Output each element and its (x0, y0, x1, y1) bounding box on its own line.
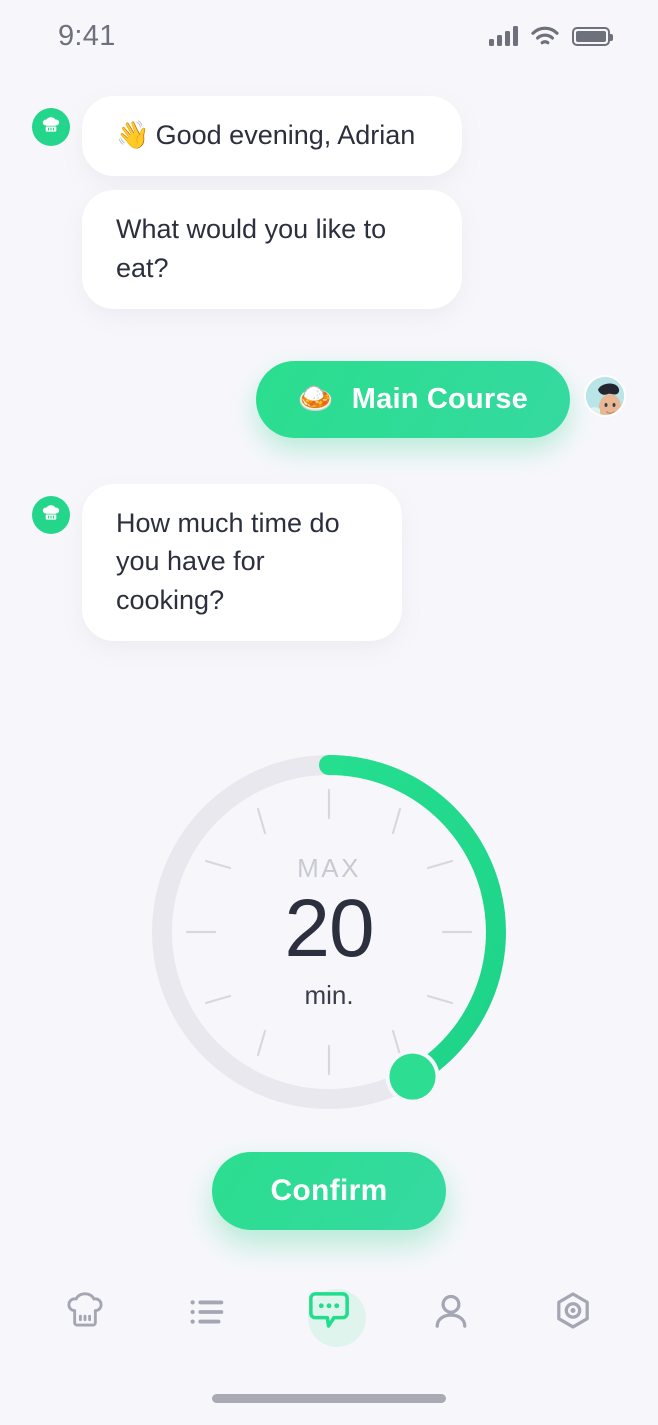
bot-message-cooking-time: How much time do you have for cooking? (82, 483, 402, 641)
battery-icon (572, 26, 613, 46)
dial-ticks (185, 788, 473, 1076)
confirm-section: Confirm (0, 1152, 658, 1230)
bot-message-greeting: 👋 Good evening, Adrian (82, 96, 462, 177)
chef-hat-icon (67, 1292, 103, 1327)
list-icon (190, 1300, 224, 1324)
bot-message-group-time: How much time do you have for cooking? (32, 483, 626, 641)
chef-hat-avatar-icon (32, 495, 70, 534)
bot-bubbles: 👋 Good evening, Adrian What would you lik… (82, 96, 462, 309)
user-avatar-photo (584, 374, 626, 417)
status-time: 9:41 (58, 19, 116, 52)
signal-bars-icon (489, 26, 518, 46)
chat-bubble-icon (309, 1292, 349, 1328)
bot-message-greeting-text: Good evening, Adrian (155, 120, 416, 150)
nav-recipes[interactable] (46, 1273, 124, 1351)
dial-progress-arc (319, 755, 506, 1087)
nav-list[interactable] (168, 1273, 246, 1351)
time-dial[interactable]: MAX 20 min. (139, 742, 519, 1122)
bot-bubbles-time: How much time do you have for cooking? (82, 483, 402, 641)
status-icons (489, 26, 613, 47)
curry-rice-emoji: 🍛 (297, 382, 334, 415)
bot-message-group: 👋 Good evening, Adrian What would you lik… (32, 96, 626, 309)
status-bar: 9:41 (0, 0, 658, 72)
bot-message-question-eat: What would you like to eat? (82, 190, 462, 309)
hexagon-settings-icon (557, 1292, 589, 1329)
confirm-button[interactable]: Confirm (212, 1152, 446, 1230)
chat-thread: 👋 Good evening, Adrian What would you lik… (0, 96, 658, 641)
nav-settings[interactable] (534, 1273, 612, 1351)
waving-hand-emoji: 👋 (116, 120, 150, 150)
dial-knob (389, 1053, 436, 1100)
bottom-navigation (0, 1257, 658, 1367)
home-indicator (212, 1394, 446, 1403)
chef-hat-avatar-icon (32, 108, 70, 146)
user-message-main-course[interactable]: 🍛 Main Course (255, 360, 570, 438)
user-message-main-course-text: Main Course (351, 382, 528, 415)
nav-profile[interactable] (412, 1273, 490, 1351)
nav-chat[interactable] (290, 1273, 368, 1351)
user-message-group: 🍛 Main Course (32, 360, 626, 438)
person-icon (435, 1294, 467, 1328)
time-dial-section: MAX 20 min. (0, 742, 658, 1122)
wifi-icon (531, 26, 559, 44)
